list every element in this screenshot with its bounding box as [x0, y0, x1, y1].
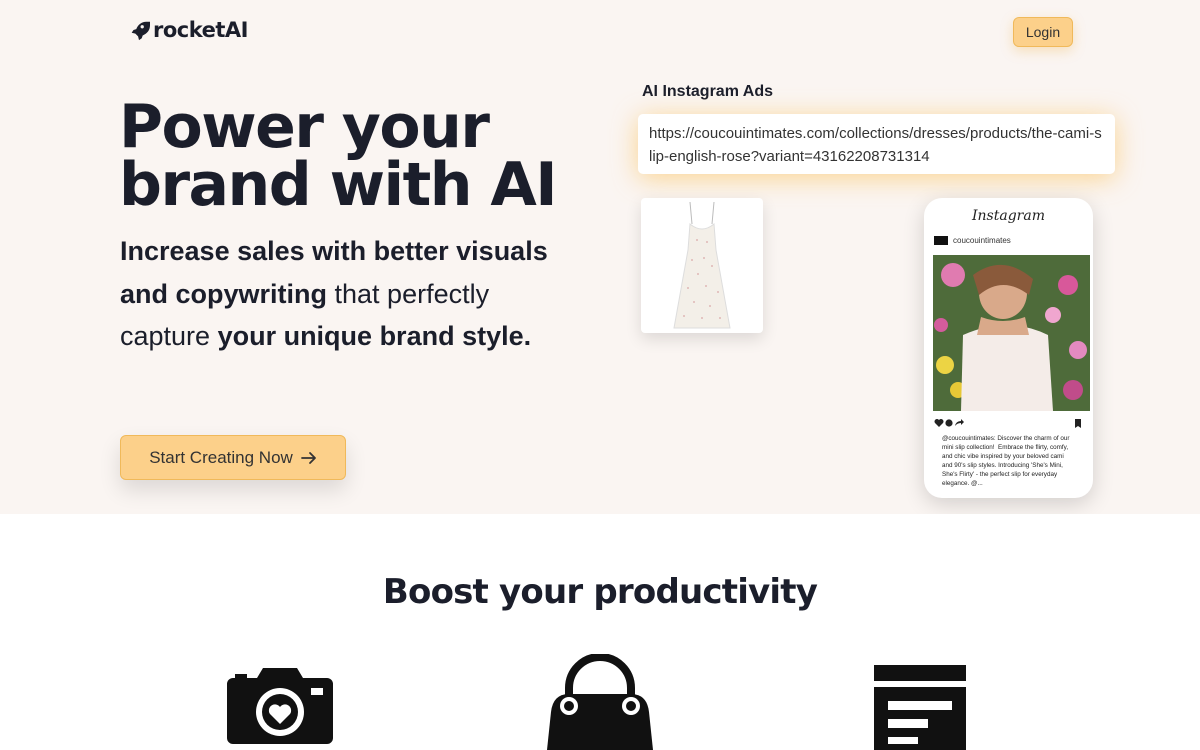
ig-account: coucouintimates	[934, 236, 1011, 245]
dress-image	[673, 201, 731, 328]
shopping-bag-icon	[547, 654, 653, 750]
bookmark-icon	[1075, 419, 1081, 428]
rocket-icon	[131, 21, 150, 41]
instagram-preview-phone: Instagram coucouintimates @coucouintimat…	[924, 198, 1093, 498]
heart-icon	[934, 419, 944, 427]
cta-label: Start Creating Now	[149, 447, 293, 467]
start-creating-button[interactable]: Start Creating Now	[120, 435, 346, 480]
logo-text: rocketAI	[153, 18, 248, 42]
ig-account-name: coucouintimates	[953, 236, 1011, 245]
camera-heart-icon	[227, 668, 333, 744]
login-button[interactable]: Login	[1013, 17, 1073, 47]
subheadline-bold-2: your unique brand style.	[217, 321, 532, 351]
demo-title: AI Instagram Ads	[642, 83, 773, 100]
arrow-right-icon	[300, 451, 316, 464]
logo[interactable]: rocketAI	[128, 18, 248, 42]
ad-photo	[933, 255, 1090, 411]
hero-headline: Power your brand with AI	[119, 97, 589, 215]
hero-subheadline: Increase sales with better visuals and c…	[120, 230, 550, 358]
instagram-logo: Instagram	[972, 208, 1045, 224]
product-image-card	[641, 198, 763, 333]
share-icon	[955, 419, 964, 426]
features-title: Boost your productivity	[382, 572, 818, 612]
comment-icon	[945, 419, 953, 427]
ig-action-icons	[934, 419, 1081, 428]
headline-line-2: brand with AI	[119, 150, 558, 220]
ig-caption: @coucouintimates: Discover the charm of …	[942, 435, 1070, 487]
avatar	[934, 236, 948, 245]
document-lines-icon	[874, 665, 966, 750]
product-url-input[interactable]: https://coucouintimates.com/collections/…	[638, 114, 1115, 174]
